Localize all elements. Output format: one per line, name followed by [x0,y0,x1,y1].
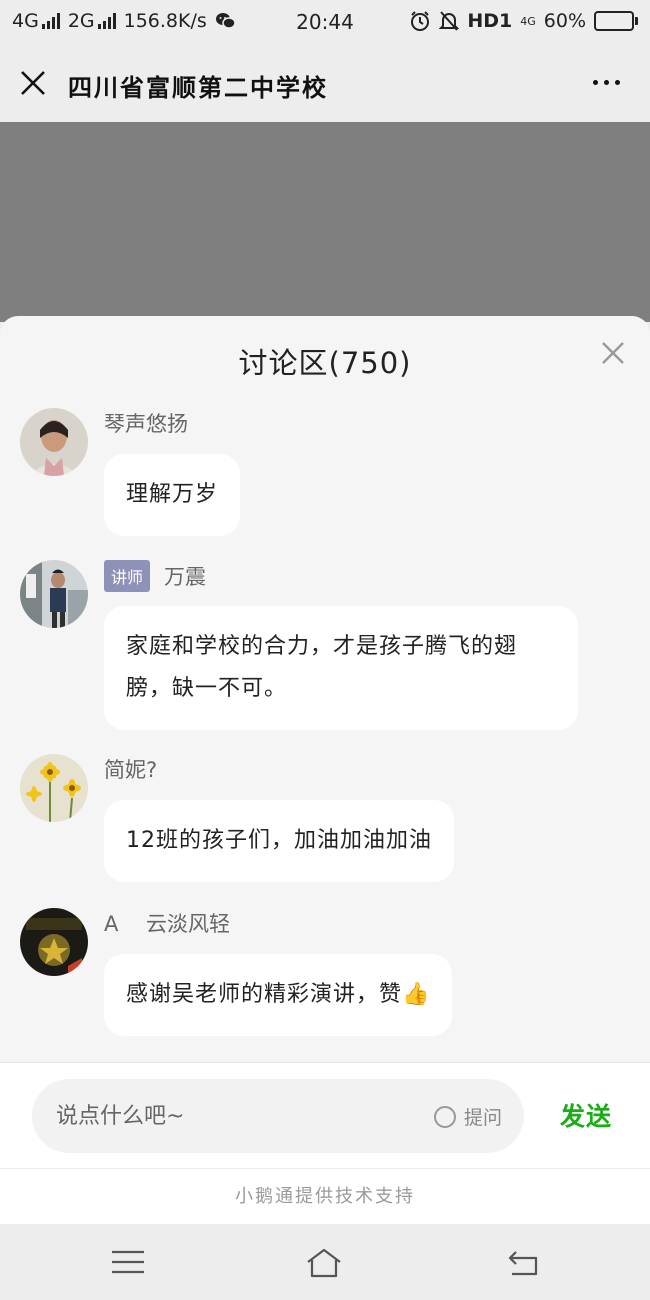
ask-question-toggle[interactable]: 提问 [433,1103,502,1130]
lecturer-badge: 讲师 [104,560,151,592]
back-icon[interactable] [504,1244,544,1280]
comment-author: 万震 [164,565,207,589]
comment-author: 琴声悠扬 [104,412,188,436]
status-bar: 4G 2G 156.8K/s 20:44 HD1 4G 60% [0,0,650,44]
mute-bell-icon [439,11,460,31]
comment-author: 简妮? [104,758,158,782]
page-title: 四川省富顺第二中学校 [68,74,328,102]
comment-bubble: 家庭和学校的合力，才是孩子腾飞的翅膀，缺一不可。 [104,606,578,730]
tech-support-footer: 小鹅通提供技术支持 [0,1168,650,1224]
wechat-icon [215,13,236,29]
send-button[interactable]: 发送 [560,1097,612,1133]
avatar [20,754,88,822]
avatar [20,560,88,628]
more-menu-icon[interactable] [593,80,620,85]
comment-input[interactable] [56,1079,386,1153]
comment-bubble: 感谢吴老师的精彩演讲，赞👍 [104,954,453,1036]
signal-2g: 2G [68,10,116,32]
comment-input-bar: 提问 发送 [0,1062,650,1168]
network-small-label: 4G [520,14,536,28]
network-type-label: 2G [67,10,95,32]
comment-input-container: 提问 [32,1079,524,1153]
close-icon[interactable] [20,70,46,96]
network-speed: 156.8K/s [123,10,207,32]
signal-4g: 4G [12,10,60,32]
ask-label: 提问 [463,1107,502,1129]
system-nav-bar [0,1224,650,1300]
nav-bar: 四川省富顺第二中学校 [0,44,650,122]
battery-icon [594,11,638,31]
avatar [20,408,88,476]
avatar [20,908,88,976]
menu-icon[interactable] [108,1244,148,1280]
signal-icon [41,13,60,29]
comment-bubble: 12班的孩子们，加油加油加油 [104,800,454,882]
radio-icon[interactable] [433,1105,456,1128]
network-type-label: 4G [12,10,39,32]
battery-percent: 60% [543,10,586,32]
comment-author: A 云淡风轻 [104,912,231,936]
close-sheet-icon[interactable] [600,340,626,366]
alarm-icon [411,11,430,31]
dim-overlay[interactable] [0,122,650,322]
home-icon[interactable] [304,1244,344,1280]
comment-bubble: 理解万岁 [104,454,241,536]
discussion-title: 讨论区(750) [238,346,412,380]
signal-icon [97,13,116,29]
hd-indicator: HD1 [467,10,513,32]
